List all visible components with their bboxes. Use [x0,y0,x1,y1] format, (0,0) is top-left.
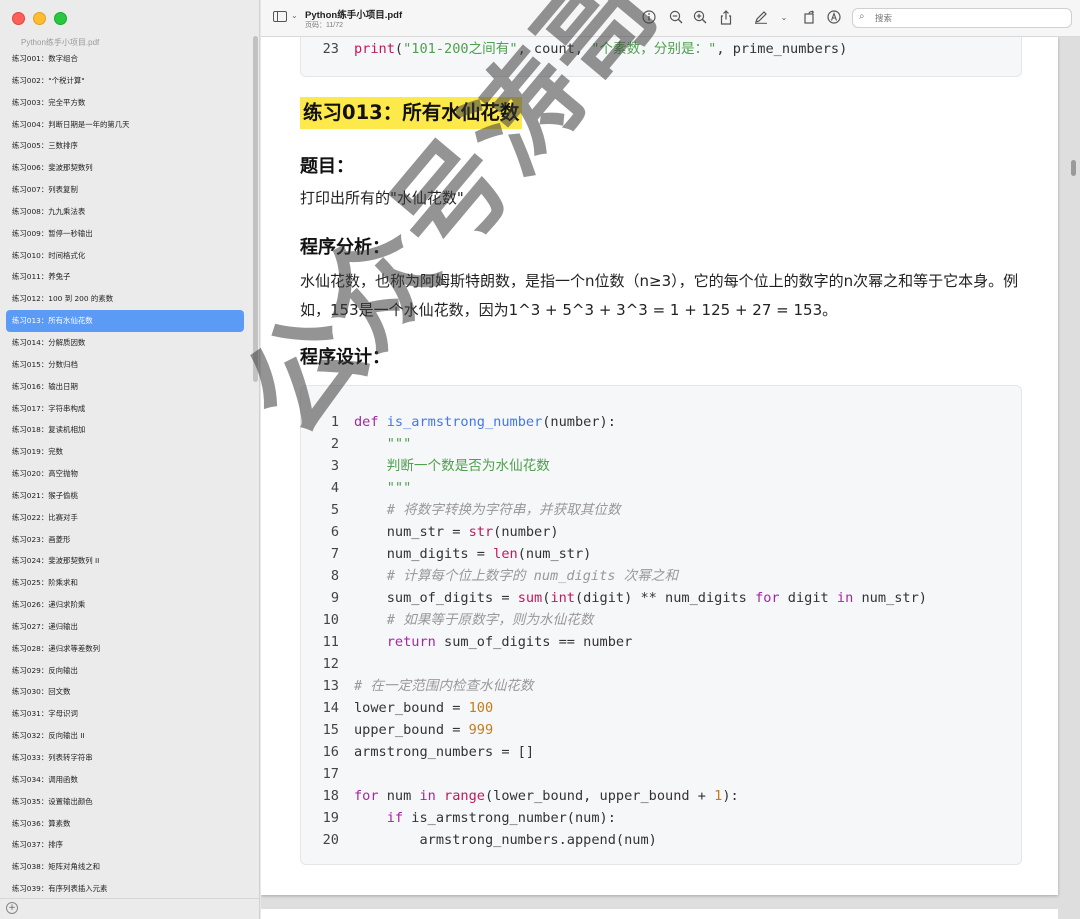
outline-item[interactable]: 练习024：斐波那契数列 II [6,550,244,572]
previous-code-block: 23 print("101-200之间有", count, "个素数，分别是：",… [300,37,1022,77]
outline-item[interactable]: 练习004：判断日期是一年的第几天 [6,114,244,136]
outline-item[interactable]: 练习002："个税计算" [6,70,244,92]
app-window: Python练手小项目.pdf 练习001：数字组合 练习002："个税计算" 练习… [0,0,1080,919]
page-indicator: 页码：11/72 [305,22,343,29]
zoom-out-icon[interactable] [668,10,684,26]
outline-item[interactable]: 练习023：画菱形 [6,529,244,551]
toolbar: ⌄ Python练手小项目.pdf 页码：11/72 ⌄ ⌕ [261,0,1080,37]
outline-item[interactable]: 练习015：分数归档 [6,354,244,376]
code-line: 1 def is_armstrong_number(number): [330,414,616,430]
outline-item[interactable]: 练习030：回文数 [6,681,244,703]
outline-item[interactable]: 练习001：数字组合 [6,48,244,70]
search-icon: ⌕ [859,11,865,22]
chevron-down-icon[interactable]: ⌄ [776,10,792,26]
section-title: 练习013：所有水仙花数 [300,97,523,129]
markup-icon[interactable] [826,10,842,26]
sidebar-doc-title: Python练手小项目.pdf [21,38,100,47]
code-line: 4 """ [330,480,412,496]
analysis-text: 水仙花数，也称为阿姆斯特朗数，是指一个n位数（n≥3），它的每个位上的数字的n次… [300,272,1019,319]
analysis-heading: 程序分析： [300,237,390,258]
outline-item[interactable]: 练习007：列表复制 [6,179,244,201]
outline-item[interactable]: 练习020：高空抛物 [6,463,244,485]
code-line: 9 sum_of_digits = sum(int(digit) ** num_… [330,590,927,606]
chevron-down-icon[interactable]: ⌄ [291,11,298,20]
code-line: 16 armstrong_numbers = [] [322,744,535,760]
outline-item[interactable]: 练习018：复读机相加 [6,419,244,441]
outline-item[interactable]: 练习003：完全平方数 [6,92,244,114]
outline-item[interactable]: 练习017：字符串构成 [6,398,244,420]
sidebar: Python练手小项目.pdf 练习001：数字组合 练习002："个税计算" 练习… [0,0,260,919]
outline-item[interactable]: 练习026：递归求阶乘 [6,594,244,616]
minimize-button[interactable] [33,12,46,25]
outline-list: 练习001：数字组合 练习002："个税计算" 练习003：完全平方数 练习004：判… [6,48,244,900]
outline-item[interactable]: 练习034：调用函数 [6,769,244,791]
window-controls [12,12,67,25]
outline-item[interactable]: 练习031：字母识词 [6,703,244,725]
outline-item[interactable]: 练习036：算素数 [6,813,244,835]
code-line: 5 # 将数字转换为字符串，并获取其位数 [330,502,621,518]
search-input[interactable] [873,11,1067,27]
outline-item[interactable]: 练习008：九九乘法表 [6,201,244,223]
outline-item[interactable]: 练习021：猴子偷桃 [6,485,244,507]
pdf-page: 23 print("101-200之间有", count, "个素数，分别是：",… [261,37,1058,895]
document-title: Python练手小项目.pdf [305,10,403,21]
code-line: 6 num_str = str(number) [330,524,559,540]
outline-item[interactable]: 练习028：递归求等差数列 [6,638,244,660]
sidebar-footer: + [0,898,259,919]
share-icon[interactable] [718,10,734,26]
outline-item[interactable]: 练习016：输出日期 [6,376,244,398]
outline-item[interactable]: 练习027：递归输出 [6,616,244,638]
outline-item[interactable]: 练习014：分解质因数 [6,332,244,354]
rotate-icon[interactable] [801,10,817,26]
next-pdf-page [261,909,1058,919]
code-block: 1 def is_armstrong_number(number): 2 """ … [300,385,1022,865]
sidebar-toggle-icon[interactable] [273,11,287,22]
outline-item[interactable]: 练习010：时间格式化 [6,245,244,267]
code-line: 23 print("101-200之间有", count, "个素数，分别是：",… [322,41,848,57]
code-line: 11 return sum_of_digits == number [322,634,633,650]
outline-item[interactable]: 练习029：反向输出 [6,660,244,682]
code-line: 18 for num in range(lower_bound, upper_bo… [322,788,739,804]
code-line: 8 # 计算每个位上数字的 num_digits 次幂之和 [330,568,679,584]
code-line: 10 # 如果等于原数字，则为水仙花数 [322,612,594,628]
outline-item[interactable]: 练习035：设置输出颜色 [6,791,244,813]
outline-item[interactable]: 练习006：斐波那契数列 [6,157,244,179]
highlight-pen-icon[interactable] [753,10,769,26]
document-viewport[interactable]: 23 print("101-200之间有", count, "个素数，分别是：",… [261,37,1080,919]
outline-item[interactable]: 练习019：完数 [6,441,244,463]
document-scrollbar[interactable] [1071,160,1076,176]
code-line: 7 num_digits = len(num_str) [330,546,592,562]
info-icon[interactable] [641,10,657,26]
code-line: 13 # 在一定范围内检查水仙花数 [322,678,534,694]
outline-item[interactable]: 练习012：100 到 200 的素数 [6,288,244,310]
close-button[interactable] [12,12,25,25]
outline-item[interactable]: 练习039：有序列表插入元素 [6,878,244,900]
zoom-in-icon[interactable] [692,10,708,26]
code-line: 2 """ [330,436,412,452]
search-box[interactable]: ⌕ [852,8,1072,28]
question-text: 打印出所有的"水仙花数" [300,189,464,207]
design-heading: 程序设计： [300,347,390,368]
outline-item[interactable]: 练习009：暂停一秒输出 [6,223,244,245]
code-line: 12 [322,656,339,672]
outline-item[interactable]: 练习033：列表转字符串 [6,747,244,769]
code-line: 15 upper_bound = 999 [322,722,494,738]
sidebar-scrollbar[interactable] [253,36,258,382]
outline-item[interactable]: 练习005：三数排序 [6,135,244,157]
outline-item[interactable]: 练习025：阶乘求和 [6,572,244,594]
outline-item[interactable]: 练习022：比赛对手 [6,507,244,529]
outline-item[interactable]: 练习038：矩阵对角线之和 [6,856,244,878]
code-line: 14 lower_bound = 100 [322,700,494,716]
code-line: 19 if is_armstrong_number(num): [322,810,616,826]
code-line: 17 [322,766,339,782]
outline-item[interactable]: 练习013：所有水仙花数 [6,310,244,332]
question-heading: 题目： [300,156,354,177]
outline-item[interactable]: 练习032：反向输出 II [6,725,244,747]
add-icon[interactable]: + [6,902,18,914]
outline-item[interactable]: 练习037：排序 [6,834,244,856]
code-line: 20 armstrong_numbers.append(num) [322,832,657,848]
code-line: 3 判断一个数是否为水仙花数 [330,458,550,474]
outline-item[interactable]: 练习011：养兔子 [6,266,244,288]
zoom-button[interactable] [54,12,67,25]
